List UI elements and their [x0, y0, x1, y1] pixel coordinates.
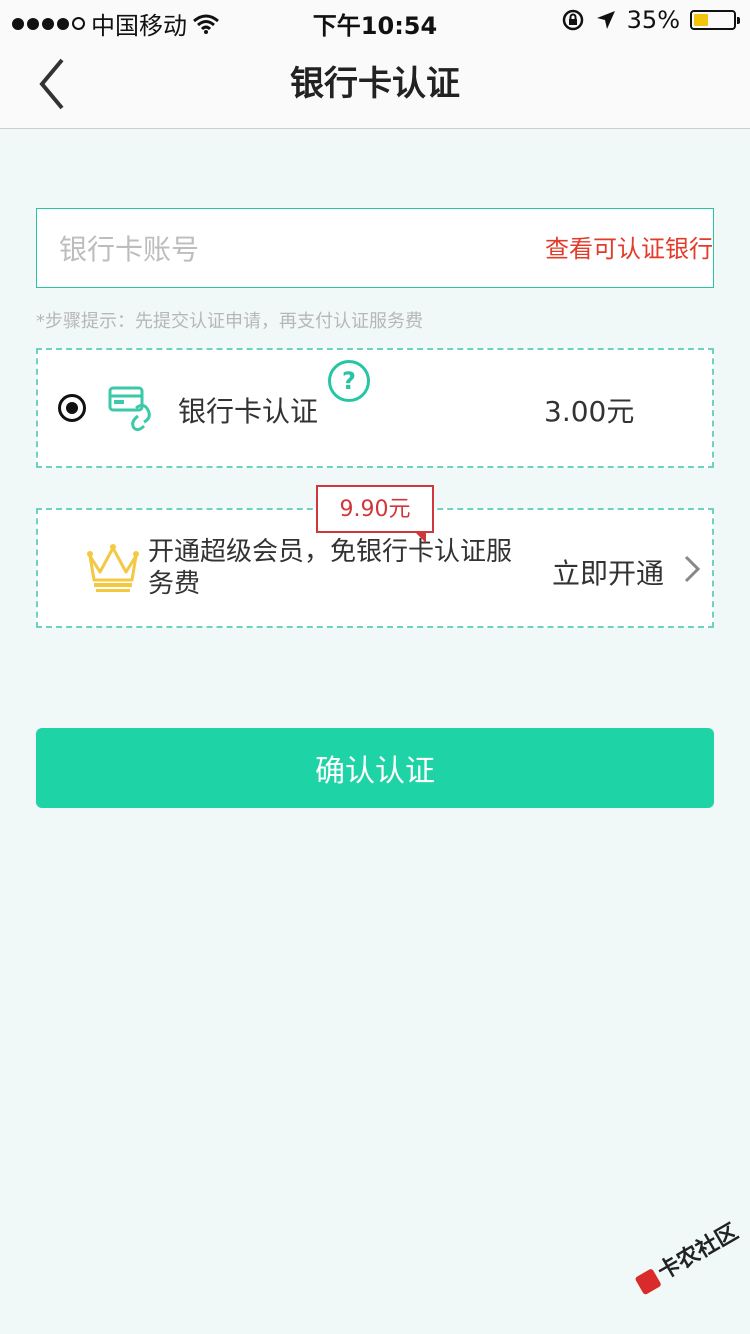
- view-supported-banks-link[interactable]: 查看可认证银行: [545, 209, 713, 287]
- battery-percent: 35%: [626, 6, 680, 34]
- watermark-logo: 卡农社区: [630, 1214, 743, 1298]
- orientation-lock-icon: [562, 9, 583, 31]
- verification-option[interactable]: 银行卡认证 ? 3.00元: [36, 348, 714, 468]
- activate-now-button[interactable]: 立即开通: [552, 552, 664, 592]
- location-arrow-icon: [596, 11, 615, 29]
- chevron-right-icon: [684, 555, 701, 583]
- help-question-icon[interactable]: ?: [328, 360, 370, 402]
- card-number-input[interactable]: [57, 209, 521, 289]
- nav-bar: 银行卡认证: [0, 40, 750, 129]
- option-price: 3.00元: [544, 395, 635, 428]
- watermark-mark-icon: [634, 1268, 662, 1296]
- card-number-field: 查看可认证银行: [36, 208, 714, 289]
- crown-icon: [87, 544, 139, 592]
- vip-price-tag: 9.90元: [316, 485, 434, 543]
- page-title: 银行卡认证: [290, 64, 460, 104]
- status-bar: 中国移动 下午10:54 35%: [0, 0, 750, 40]
- option-radio[interactable]: [58, 394, 86, 422]
- confirm-verification-button[interactable]: 确认认证: [36, 728, 714, 808]
- watermark-text: 卡农社区: [653, 1219, 743, 1286]
- vip-description: 开通超级会员，免银行卡认证服务费: [148, 537, 513, 599]
- card-link-icon: [108, 386, 151, 432]
- back-chevron-icon: [39, 58, 64, 110]
- back-button[interactable]: [28, 54, 88, 114]
- battery-icon: [690, 10, 740, 30]
- step-hint: *步骤提示：先提交认证申请，再支付认证服务费: [36, 311, 423, 332]
- option-label: 银行卡认证: [178, 395, 319, 428]
- status-right: 35%: [561, 6, 740, 34]
